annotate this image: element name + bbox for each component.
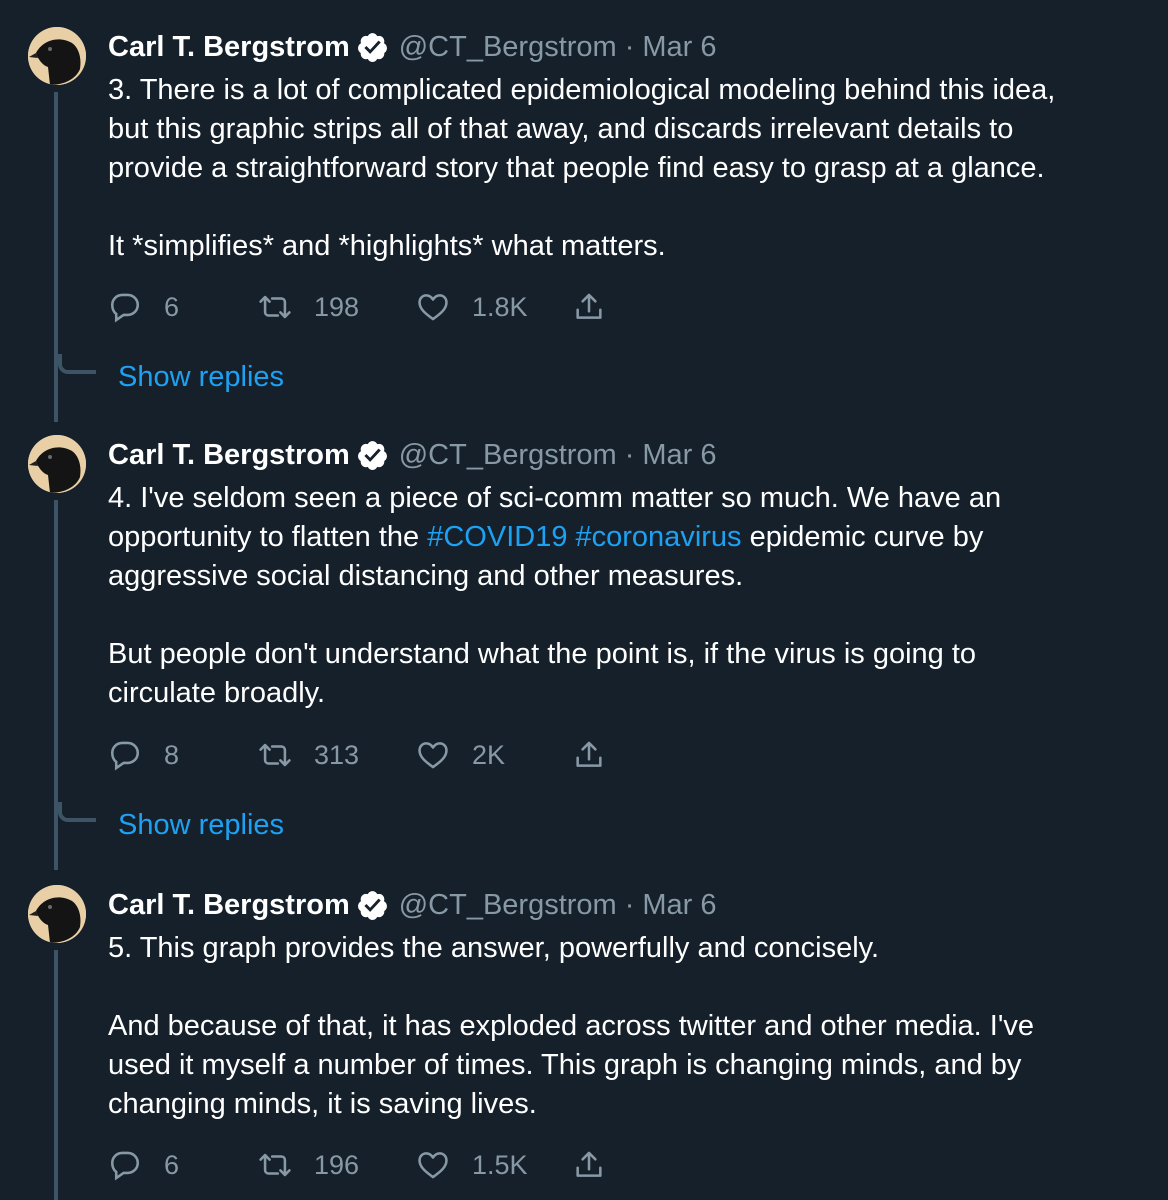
crow-avatar-icon <box>28 885 86 943</box>
tweet-actions: 8 313 2K <box>108 735 606 775</box>
thread-line <box>54 92 58 422</box>
retweet-count: 313 <box>314 739 360 770</box>
tweet-text: 3. There is a lot of complicated epidemi… <box>108 71 1148 266</box>
share-button[interactable] <box>572 1148 606 1182</box>
user-handle[interactable]: @CT_Bergstrom <box>399 27 617 67</box>
text-fragment: opportunity to flatten the <box>108 521 428 553</box>
text-line: And because of that, it has exploded acr… <box>108 1010 1035 1042</box>
heart-icon <box>416 290 450 324</box>
tweet-text: 5. This graph provides the answer, power… <box>108 929 1148 1124</box>
avatar[interactable] <box>28 885 86 943</box>
like-button[interactable]: 2K <box>416 738 572 772</box>
text-line: 3. There is a lot of complicated epidemi… <box>108 74 1056 106</box>
crow-avatar-icon <box>28 435 86 493</box>
retweet-button[interactable]: 313 <box>258 738 416 772</box>
share-upload-icon <box>572 290 606 324</box>
text-line: aggressive social distancing and other m… <box>108 560 744 592</box>
text-fragment: epidemic curve by <box>741 521 984 553</box>
reply-count: 6 <box>164 1149 180 1180</box>
tweet-text: 4. I've seldom seen a piece of sci-comm … <box>108 479 1148 713</box>
hashtag-link[interactable]: #COVID19 <box>427 521 567 553</box>
retweet-button[interactable]: 196 <box>258 1148 416 1182</box>
speech-bubble-icon <box>108 290 142 324</box>
like-button[interactable]: 1.5K <box>416 1148 572 1182</box>
separator-dot: · <box>624 889 635 921</box>
tweet-actions: 6 196 1.5K <box>108 1145 606 1185</box>
like-button[interactable]: 1.8K <box>416 290 572 324</box>
avatar[interactable] <box>28 435 86 493</box>
user-handle[interactable]: @CT_Bergstrom <box>399 435 617 475</box>
share-button[interactable] <box>572 290 606 324</box>
text-line: but this graphic strips all of that away… <box>108 113 1014 145</box>
tweet-actions: 6 198 1.8K <box>108 287 606 327</box>
retweet-count: 198 <box>314 291 360 322</box>
heart-icon <box>416 1148 450 1182</box>
verified-badge-icon <box>356 439 389 472</box>
text-line: It *simplifies* and *highlights* what ma… <box>108 230 666 262</box>
text-line: 5. This graph provides the answer, power… <box>108 932 880 964</box>
tweet-date[interactable]: Mar 6 <box>642 885 716 925</box>
reply-connector <box>58 354 96 374</box>
text-line: provide a straightforward story that peo… <box>108 152 1045 184</box>
author-name[interactable]: Carl T. Bergstrom <box>108 27 350 67</box>
text-line: used it myself a number of times. This g… <box>108 1049 1022 1081</box>
share-upload-icon <box>572 1148 606 1182</box>
heart-icon <box>416 738 450 772</box>
tweet-header: Carl T. Bergstrom @CT_Bergstrom · Mar 6 <box>108 27 717 67</box>
hashtag-link[interactable]: #coronavirus <box>576 521 742 553</box>
reply-button[interactable]: 6 <box>108 1148 258 1182</box>
thread-line <box>54 950 58 1200</box>
reply-count: 8 <box>164 739 180 770</box>
like-count: 1.8K <box>472 291 528 322</box>
speech-bubble-icon <box>108 1148 142 1182</box>
text-line: 4. I've seldom seen a piece of sci-comm … <box>108 482 1002 514</box>
like-count: 1.5K <box>472 1149 528 1180</box>
verified-badge-icon <box>356 31 389 64</box>
share-button[interactable] <box>572 738 606 772</box>
separator-dot: · <box>624 439 635 471</box>
show-replies-link[interactable]: Show replies <box>118 357 284 397</box>
retweet-button[interactable]: 198 <box>258 290 416 324</box>
reply-count: 6 <box>164 291 180 322</box>
text-line: circulate broadly. <box>108 677 326 709</box>
tweet-header: Carl T. Bergstrom @CT_Bergstrom · Mar 6 <box>108 435 717 475</box>
tweet-header: Carl T. Bergstrom @CT_Bergstrom · Mar 6 <box>108 885 717 925</box>
retweet-arrows-icon <box>258 290 292 324</box>
text-line: opportunity to flatten the #COVID19 #cor… <box>108 518 1148 557</box>
speech-bubble-icon <box>108 738 142 772</box>
user-handle[interactable]: @CT_Bergstrom <box>399 885 617 925</box>
show-replies-link[interactable]: Show replies <box>118 805 284 845</box>
author-name[interactable]: Carl T. Bergstrom <box>108 435 350 475</box>
avatar[interactable] <box>28 27 86 85</box>
retweet-arrows-icon <box>258 1148 292 1182</box>
tweet-date[interactable]: Mar 6 <box>642 27 716 67</box>
verified-badge-icon <box>356 889 389 922</box>
tweet-date[interactable]: Mar 6 <box>642 435 716 475</box>
like-count: 2K <box>472 739 506 770</box>
separator-dot: · <box>624 31 635 63</box>
author-name[interactable]: Carl T. Bergstrom <box>108 885 350 925</box>
reply-button[interactable]: 8 <box>108 738 258 772</box>
retweet-count: 196 <box>314 1149 360 1180</box>
reply-button[interactable]: 6 <box>108 290 258 324</box>
reply-connector <box>58 802 96 822</box>
crow-avatar-icon <box>28 27 86 85</box>
text-line: But people don't understand what the poi… <box>108 638 977 670</box>
share-upload-icon <box>572 738 606 772</box>
retweet-arrows-icon <box>258 738 292 772</box>
text-line: changing minds, it is saving lives. <box>108 1088 537 1120</box>
